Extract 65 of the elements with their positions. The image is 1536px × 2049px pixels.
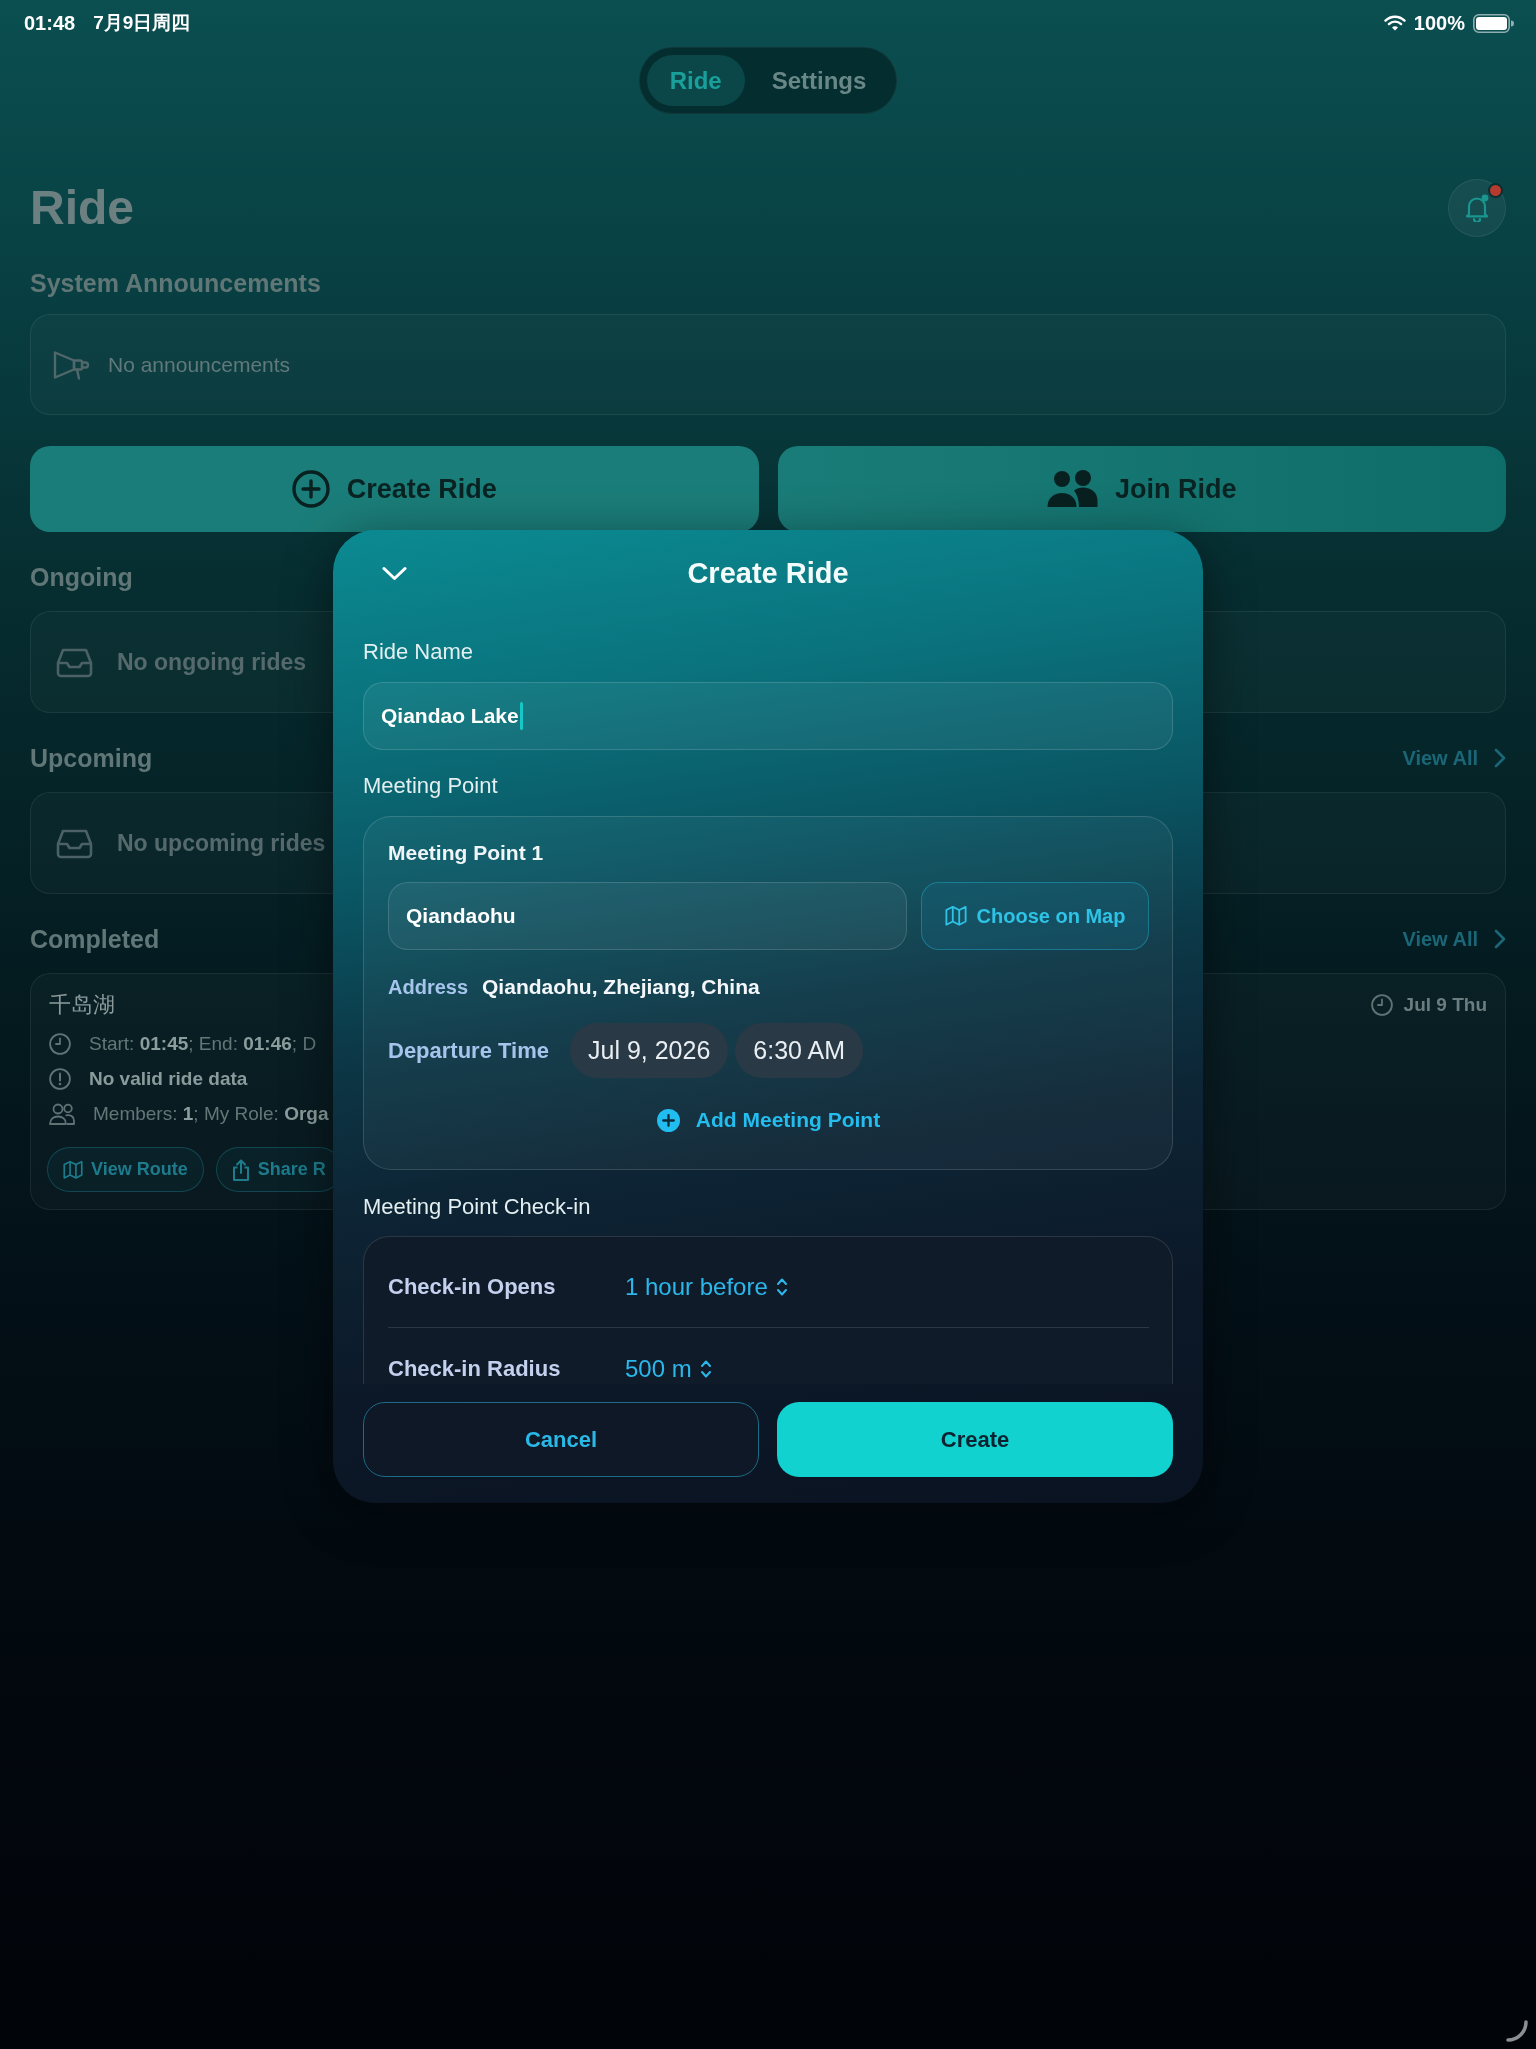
setting-label: Check-in Opens xyxy=(388,1274,556,1300)
empty-message: No ongoing rides xyxy=(117,648,307,676)
choose-on-map-button[interactable]: Choose on Map xyxy=(921,882,1149,950)
section-heading: Completed xyxy=(30,924,160,954)
ride-name: 千岛湖 xyxy=(49,991,115,1019)
resize-handle-icon xyxy=(1506,2020,1528,2042)
share-icon xyxy=(231,1158,250,1181)
section-heading: Upcoming xyxy=(30,743,153,773)
up-down-chevron-icon xyxy=(699,1359,712,1379)
exclamation-circle-icon xyxy=(49,1068,71,1090)
cancel-button[interactable]: Cancel xyxy=(363,1402,759,1477)
bell-icon xyxy=(1464,193,1490,222)
departure-label: Departure Time xyxy=(388,1037,549,1064)
ride-name-field[interactable]: Qiandao Lake xyxy=(363,682,1173,750)
chevron-right-icon xyxy=(1494,929,1506,949)
empty-message: No announcements xyxy=(108,352,291,377)
chevron-down-icon xyxy=(382,565,407,581)
tray-icon xyxy=(56,646,93,678)
segment-tab[interactable]: Settings xyxy=(748,55,890,106)
wifi-icon xyxy=(1383,15,1406,31)
plus-circle-icon xyxy=(291,470,330,508)
address-value: Qiandaohu, Zhejiang, China xyxy=(482,975,760,999)
location-field[interactable]: Qiandaohu xyxy=(388,882,907,950)
megaphone-icon xyxy=(53,348,90,381)
join-ride-button[interactable]: Join Ride xyxy=(777,446,1506,532)
chevron-right-icon xyxy=(1494,748,1506,768)
tray-icon xyxy=(56,827,93,859)
create-button[interactable]: Create xyxy=(777,1402,1173,1477)
section-heading: Ongoing xyxy=(30,562,133,592)
sheet-title: Create Ride xyxy=(687,556,849,590)
ride-detail: No valid ride data xyxy=(89,1068,248,1090)
setting-label: Check-in Radius xyxy=(388,1356,561,1382)
section-heading: System Announcements xyxy=(30,268,321,298)
option-select[interactable]: 1 hour before xyxy=(625,1274,788,1300)
up-down-chevron-icon xyxy=(775,1277,788,1297)
field-label: Meeting Point xyxy=(363,773,498,799)
address-label: Address xyxy=(388,975,469,999)
view-route-button[interactable]: View Route xyxy=(47,1147,204,1192)
map-icon xyxy=(944,905,967,927)
collapse-button[interactable] xyxy=(382,565,407,581)
ride-date: Jul 9 Thu xyxy=(1403,994,1487,1016)
segment-tab[interactable]: Ride xyxy=(646,55,745,106)
empty-message: No upcoming rides xyxy=(117,829,326,857)
battery-icon xyxy=(1473,13,1514,33)
map-icon xyxy=(63,1159,83,1180)
status-time: 01:48 xyxy=(24,11,76,35)
field-label: Ride Name xyxy=(363,639,474,665)
page-title: Ride xyxy=(30,180,134,235)
clock-icon xyxy=(1370,994,1393,1016)
people-icon xyxy=(1047,470,1098,508)
add-meeting-point-button[interactable]: Add Meeting Point xyxy=(656,1108,881,1132)
option-select[interactable]: 500 m xyxy=(625,1356,712,1382)
battery-percentage: 100% xyxy=(1413,11,1465,35)
field-label: Meeting Point Check-in xyxy=(363,1194,591,1220)
create-ride-button[interactable]: Create Ride xyxy=(30,446,759,532)
people-icon xyxy=(49,1103,75,1125)
card-title: Meeting Point 1 xyxy=(388,841,544,865)
ride-detail: Members: 1; My Role: Orga xyxy=(93,1103,329,1125)
ride-detail: Start: 01:45; End: 01:46; D xyxy=(89,1033,317,1055)
plus-circle-icon xyxy=(656,1108,680,1132)
date-picker[interactable]: Jul 9, 2026 xyxy=(570,1023,729,1078)
clock-icon xyxy=(49,1033,71,1055)
view-all-link[interactable]: View All xyxy=(1402,927,1506,951)
status-date: 7月9日周四 xyxy=(93,11,191,35)
time-picker[interactable]: 6:30 AM xyxy=(735,1023,864,1078)
